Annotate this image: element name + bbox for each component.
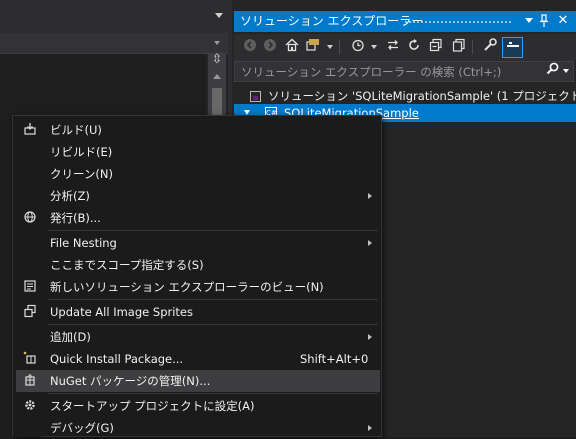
- menu-item-label: Quick Install Package...: [50, 352, 184, 366]
- menu-item-label: リビルド(E): [50, 145, 113, 159]
- gear-icon: [22, 398, 38, 414]
- submenu-arrow-icon: [368, 334, 372, 340]
- menu-item-label: スタートアップ プロジェクトに設定(A): [50, 399, 255, 413]
- scrollbar-thumb[interactable]: [212, 88, 222, 118]
- chevron-down-icon[interactable]: [563, 69, 569, 73]
- close-icon[interactable]: ✕: [556, 14, 570, 28]
- toolbar-separator: [339, 40, 340, 54]
- chevron-down-icon[interactable]: [214, 41, 220, 45]
- window-position-dropdown-icon[interactable]: [525, 18, 533, 23]
- collapse-all-icon[interactable]: [427, 38, 445, 56]
- menu-item-label: 新しいソリューション エクスプローラーのビュー(N): [50, 280, 324, 294]
- menu-item-label: NuGet パッケージの管理(N)...: [50, 374, 211, 388]
- split-window-icon[interactable]: ⇳: [210, 52, 224, 68]
- switch-views-icon[interactable]: [305, 38, 323, 56]
- properties-icon[interactable]: [481, 38, 499, 56]
- menu-separator: [48, 230, 378, 231]
- publish-icon: [22, 210, 38, 226]
- quick-install-icon: [22, 351, 38, 367]
- refresh-icon[interactable]: [405, 38, 423, 56]
- back-icon[interactable]: [241, 38, 259, 56]
- home-icon[interactable]: [283, 38, 301, 56]
- sync-icon[interactable]: [384, 38, 402, 56]
- show-all-files-icon[interactable]: [450, 38, 468, 56]
- search-icon[interactable]: [546, 62, 560, 78]
- solution-label: ソリューション 'SQLiteMigrationSample' (1 プロジェク…: [268, 89, 576, 103]
- submenu-arrow-icon: [368, 425, 372, 431]
- document-list-dropdown-icon[interactable]: [215, 13, 223, 18]
- pin-icon[interactable]: [537, 14, 551, 28]
- menu-separator: [48, 324, 378, 325]
- document-tab-strip: [0, 0, 232, 33]
- navigation-bar-combo[interactable]: [0, 33, 228, 54]
- submenu-arrow-icon: [368, 193, 372, 199]
- nuget-icon: [22, 373, 38, 389]
- chevron-down-icon[interactable]: [327, 45, 333, 49]
- menu-separator: [48, 393, 378, 394]
- preview-icon[interactable]: [502, 37, 523, 58]
- search-placeholder: ソリューション エクスプローラー の検索 (Ctrl+;): [241, 65, 502, 79]
- history-icon[interactable]: [349, 38, 367, 56]
- new-view-icon: [22, 279, 38, 295]
- menu-item-label: ビルド(U): [50, 123, 102, 137]
- menu-item-shortcut: Shift+Alt+0: [300, 352, 369, 366]
- solution-icon: [250, 91, 261, 102]
- menu-separator: [48, 299, 378, 300]
- chevron-down-icon[interactable]: [371, 45, 377, 49]
- menu-item-label: 追加(D): [50, 330, 91, 344]
- toolbar-separator: [472, 40, 473, 54]
- menu-item-label: File Nesting: [50, 236, 117, 250]
- title-grip: [404, 21, 512, 23]
- menu-item-label: Update All Image Sprites: [50, 305, 193, 319]
- panel-title: ソリューション エクスプローラー: [240, 14, 424, 28]
- menu-item-label: 分析(Z): [50, 189, 90, 203]
- submenu-arrow-icon: [368, 240, 372, 246]
- scroll-up-icon[interactable]: [213, 74, 221, 79]
- build-icon: [22, 122, 38, 138]
- menu-item-label: クリーン(N): [50, 167, 114, 181]
- sprite-icon: [22, 304, 38, 320]
- menu-item-label: デバッグ(G): [50, 421, 114, 435]
- menu-item-label: 発行(B)...: [50, 211, 101, 225]
- menu-item-label: ここまでスコープ指定する(S): [50, 258, 204, 272]
- forward-icon[interactable]: [261, 38, 279, 56]
